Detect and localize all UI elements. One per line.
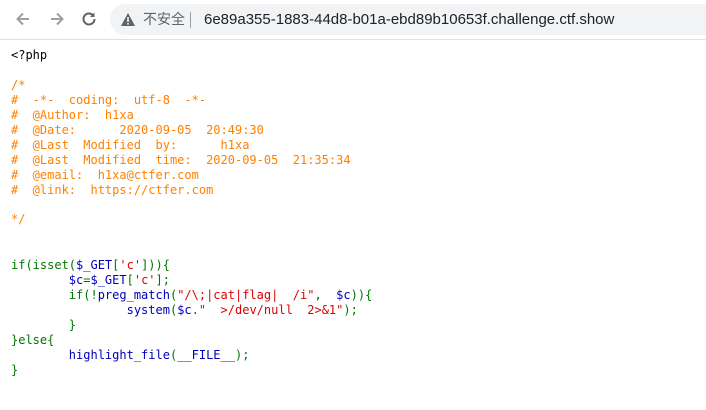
back-button[interactable] bbox=[10, 6, 36, 32]
comment-close: */ bbox=[11, 212, 26, 226]
separator bbox=[190, 12, 191, 28]
code-token: $_GET bbox=[76, 258, 113, 272]
code-line: highlight_file(__FILE__); bbox=[11, 348, 250, 363]
comment-line: # @Last Modified time: 2020-09-05 21:35:… bbox=[11, 153, 351, 167]
code-token: "/\;|cat|flag| /i" bbox=[177, 288, 315, 302]
browser-toolbar: 不安全 6e89a355-1883-44d8-b01a-ebd89b10653f… bbox=[0, 0, 706, 40]
code-token: 'c' bbox=[133, 273, 156, 287]
code-token: preg_match bbox=[97, 288, 170, 302]
code-token: ); bbox=[234, 348, 250, 362]
code-token: ]; bbox=[155, 273, 170, 287]
code-token: . bbox=[191, 303, 199, 317]
comment-line: # @link: https://ctfer.com bbox=[11, 183, 214, 197]
comment-line: # @Author: h1xa bbox=[11, 108, 134, 122]
comment-line: # @email: h1xa@ctfer.com bbox=[11, 168, 199, 182]
code-line: $c=$_GET['c']; bbox=[11, 273, 170, 288]
code-token: system bbox=[126, 303, 170, 317]
code-line: if(!preg_match("/\;|cat|flag| /i", $c)){ bbox=[11, 288, 373, 303]
code-token: 'c' bbox=[119, 258, 142, 272]
code-token: highlight_file bbox=[68, 348, 170, 362]
forward-button[interactable] bbox=[44, 6, 70, 32]
arrow-right-icon bbox=[51, 12, 64, 26]
security-label[interactable]: 不安全 bbox=[143, 11, 185, 28]
address-bar[interactable]: 不安全 6e89a355-1883-44d8-b01a-ebd89b10653f… bbox=[110, 4, 706, 35]
code-token: ); bbox=[343, 303, 358, 317]
code-token: $c bbox=[177, 303, 192, 317]
code-token: , bbox=[314, 288, 337, 302]
code-token: $_GET bbox=[90, 273, 127, 287]
comment-line: # @Last Modified by: h1xa bbox=[11, 138, 250, 152]
url-text[interactable]: 6e89a355-1883-44d8-b01a-ebd89b10653f.cha… bbox=[204, 10, 614, 29]
source-code: <?php /* # -*- coding: utf-8 -*- # @Auth… bbox=[0, 40, 706, 410]
comment-line: # @Date: 2020-09-05 20:49:30 bbox=[11, 123, 264, 137]
warning-icon bbox=[121, 13, 135, 26]
reload-icon bbox=[82, 12, 96, 26]
code-token: " >/dev/null 2>&1" bbox=[198, 303, 344, 317]
code-token: [ bbox=[126, 273, 134, 287]
code-line: } bbox=[11, 363, 19, 377]
code-token: if(! bbox=[11, 288, 98, 302]
comment-line: # -*- coding: utf-8 -*- bbox=[11, 93, 207, 107]
code-token: __FILE__ bbox=[177, 348, 235, 362]
code-token: $c bbox=[68, 273, 84, 287]
code-token: if(isset( bbox=[11, 258, 77, 272]
comment-open: /* bbox=[11, 78, 26, 92]
code-token: )){ bbox=[350, 288, 373, 302]
code-line: system($c." >/dev/null 2>&1"); bbox=[11, 303, 358, 318]
code-line: } bbox=[11, 318, 77, 332]
code-line: if(isset($_GET['c'])){ bbox=[11, 258, 170, 273]
reload-button[interactable] bbox=[76, 6, 102, 32]
code-token: ])){ bbox=[141, 258, 170, 272]
php-open-tag: <?php bbox=[11, 48, 48, 62]
code-token: $c bbox=[336, 288, 351, 302]
code-line: }else{ bbox=[11, 333, 55, 347]
arrow-left-icon bbox=[16, 12, 29, 26]
